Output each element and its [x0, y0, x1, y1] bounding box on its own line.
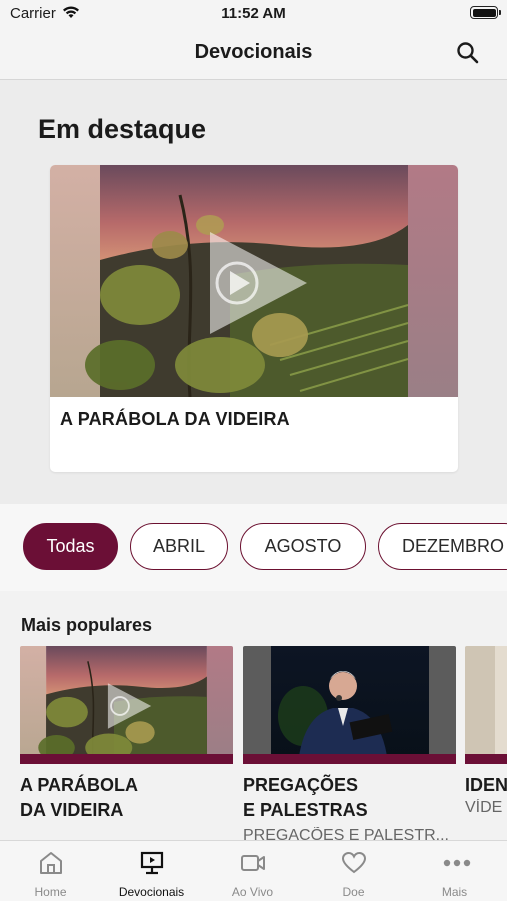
video-camera-icon — [241, 855, 265, 871]
devotional-screen-icon — [140, 851, 164, 875]
popular-thumbnail[interactable] — [243, 646, 456, 764]
featured-section: Em destaque A PARÁBOLA DA VIDEIRA — [0, 80, 507, 504]
card-accent-bar — [465, 754, 507, 764]
status-time: 11:52 AM — [221, 5, 286, 22]
title-line: PREGAÇÕES — [243, 775, 359, 795]
filter-todas[interactable]: Todas — [23, 523, 118, 570]
month-filter-bar: Todas ABRIL AGOSTO DEZEMBRO — [0, 504, 507, 591]
title-line: A PARÁBOLA — [20, 775, 138, 795]
filter-agosto[interactable]: AGOSTO — [240, 523, 366, 570]
tab-mais[interactable]: Mais — [404, 841, 505, 901]
tab-doe[interactable]: Doe — [303, 841, 404, 901]
featured-heading: Em destaque — [38, 114, 207, 144]
popular-thumbnail[interactable] — [20, 646, 233, 764]
popular-card-title: A PARÁBOLA DA VIDEIRA — [20, 773, 250, 823]
play-icon[interactable] — [100, 681, 156, 731]
filter-abril[interactable]: ABRIL — [130, 523, 228, 570]
more-dots-icon — [443, 859, 471, 867]
document-image — [465, 646, 507, 764]
home-icon — [40, 852, 62, 874]
popular-thumbnail[interactable] — [465, 646, 507, 764]
status-bar: Carrier 11:52 AM — [0, 0, 507, 28]
popular-card-subtitle: VÍDE — [465, 799, 503, 816]
tab-ao-vivo[interactable]: Ao Vivo — [202, 841, 303, 901]
featured-thumbnail[interactable] — [50, 165, 458, 397]
card-accent-bar — [20, 754, 233, 764]
tab-devocionais[interactable]: Devocionais — [101, 841, 202, 901]
tab-label: Home — [34, 885, 67, 899]
search-icon[interactable] — [455, 40, 481, 66]
play-icon[interactable] — [195, 227, 315, 339]
title-line: DA VIDEIRA — [20, 800, 124, 820]
preacher-image — [243, 646, 456, 764]
popular-card-title: PREGAÇÕES E PALESTRAS — [243, 773, 473, 823]
heart-icon — [341, 851, 367, 874]
battery-icon — [470, 6, 501, 19]
popular-card-subtitle: PREGAÇÕES E PALESTR... — [243, 827, 449, 840]
tab-label: Ao Vivo — [231, 885, 274, 899]
title-line: IDEN — [465, 775, 507, 795]
title-line: E PALESTRAS — [243, 800, 368, 820]
tab-label: Devocionais — [118, 885, 185, 899]
popular-card-title: IDEN — [465, 773, 507, 798]
featured-video-card[interactable]: A PARÁBOLA DA VIDEIRA — [50, 165, 458, 472]
page-title: Devocionais — [194, 41, 313, 63]
filter-dezembro[interactable]: DEZEMBRO — [378, 523, 507, 570]
tab-label: Doe — [342, 885, 365, 899]
popular-section: Mais populares A PARÁBOLA DA VIDEIRA PRE… — [0, 591, 507, 840]
tab-bar: Home Devocionais Ao Vivo Doe Mais — [0, 840, 507, 901]
card-accent-bar — [243, 754, 456, 764]
featured-card-title: A PARÁBOLA DA VIDEIRA — [60, 409, 290, 429]
navigation-bar: Devocionais — [0, 28, 507, 80]
tab-label: Mais — [441, 885, 468, 899]
tab-home[interactable]: Home — [0, 841, 101, 901]
popular-heading: Mais populares — [21, 615, 153, 635]
